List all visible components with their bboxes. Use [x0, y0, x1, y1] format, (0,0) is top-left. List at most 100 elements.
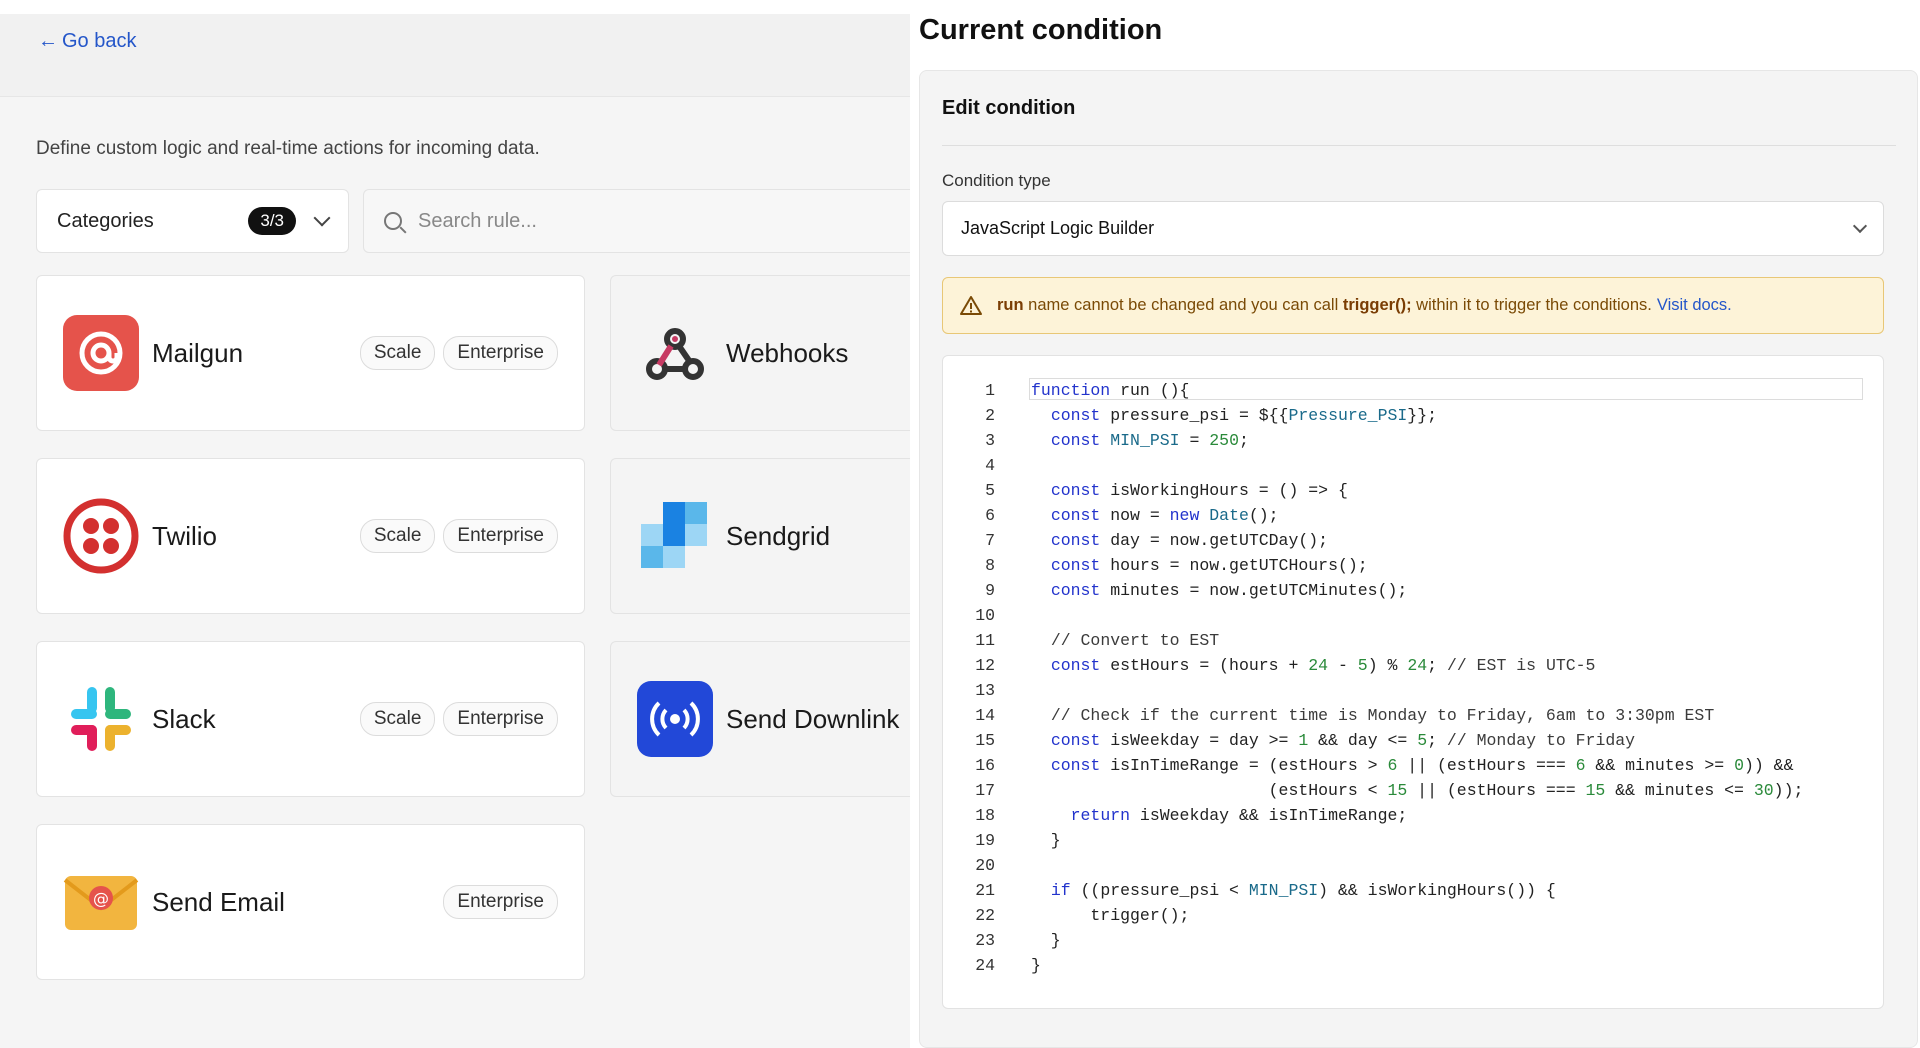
alert-strong-trigger: trigger(); — [1342, 296, 1412, 314]
tag-enterprise: Enterprise — [443, 336, 558, 370]
line-number: 13 — [975, 681, 995, 700]
line-number: 15 — [975, 731, 995, 750]
line-code: } — [1031, 831, 1061, 850]
info-alert: run name cannot be changed and you can c… — [942, 277, 1884, 334]
search-input[interactable] — [418, 209, 838, 233]
go-back-label: Go back — [62, 30, 137, 52]
line-number: 17 — [975, 781, 995, 800]
panel-title: Current condition — [919, 14, 1163, 46]
line-number: 19 — [975, 831, 995, 850]
line-number: 3 — [985, 431, 995, 450]
line-code: const minutes = now.getUTCMinutes(); — [1050, 581, 1408, 600]
webhooks-icon — [637, 315, 713, 391]
line-number: 24 — [975, 956, 995, 975]
twilio-icon — [63, 498, 139, 574]
page-description: Define custom logic and real-time action… — [36, 138, 540, 159]
line-number: 8 — [985, 556, 995, 575]
line-number: 23 — [975, 931, 995, 950]
line-number: 22 — [975, 906, 995, 925]
code-line: 6 const now = new Date(); — [943, 503, 1883, 528]
divider — [942, 145, 1896, 146]
code-line: 5 const isWorkingHours = () => { — [943, 478, 1883, 503]
code-line: 20 — [943, 853, 1883, 878]
line-code: const hours = now.getUTCHours(); — [1050, 556, 1368, 575]
code-line: 2 const pressure_psi = ${{Pressure_PSI}}… — [943, 403, 1883, 428]
condition-type-select[interactable]: JavaScript Logic Builder — [942, 201, 1884, 256]
line-code: const isWorkingHours = () => { — [1050, 481, 1348, 500]
code-line: 18 return isWeekday && isInTimeRange; — [943, 803, 1883, 828]
line-code: } — [1031, 931, 1061, 950]
line-number: 2 — [985, 406, 995, 425]
line-code: const day = now.getUTCDay(); — [1050, 531, 1329, 550]
tag-enterprise: Enterprise — [443, 519, 558, 553]
code-line: 8 const hours = now.getUTCHours(); — [943, 553, 1883, 578]
downlink-icon — [637, 681, 713, 757]
line-code: // Check if the current time is Monday t… — [1050, 706, 1715, 725]
alert-text: name cannot be changed and you can call — [1023, 296, 1343, 314]
line-code: if ((pressure_psi < MIN_PSI) && isWorkin… — [1050, 881, 1556, 900]
chevron-down-icon — [1852, 218, 1868, 234]
rule-card-send-downlink[interactable]: Send Downlink — [610, 641, 910, 797]
line-code: const MIN_PSI = 250; — [1050, 431, 1249, 450]
rule-card-twilio[interactable]: Twilio Scale Enterprise — [36, 458, 585, 614]
slack-icon — [63, 681, 139, 757]
tag-enterprise: Enterprise — [443, 702, 558, 736]
line-number: 11 — [975, 631, 995, 650]
categories-count-badge: 3/3 — [248, 207, 296, 235]
rule-card-webhooks[interactable]: Webhooks — [610, 275, 910, 431]
code-line: 23 } — [943, 928, 1883, 953]
line-number: 6 — [985, 506, 995, 525]
card-name: Webhooks — [726, 337, 849, 368]
code-editor[interactable]: 1 function run (){2 const pressure_psi = … — [942, 355, 1884, 1009]
code-line: 10 — [943, 603, 1883, 628]
warning-icon — [959, 294, 983, 318]
tag-group: Scale Enterprise — [359, 702, 558, 736]
card-name: Mailgun — [152, 337, 244, 368]
line-number: 5 — [985, 481, 995, 500]
condition-type-label: Condition type — [942, 171, 1051, 190]
condition-type-value: JavaScript Logic Builder — [961, 218, 1155, 238]
tag-scale: Scale — [359, 336, 436, 370]
go-back-link[interactable]: ← Go back — [38, 30, 136, 53]
code-line: 13 — [943, 678, 1883, 703]
line-code: return isWeekday && isInTimeRange; — [1070, 806, 1408, 825]
search-box[interactable] — [363, 189, 910, 253]
line-number: 20 — [975, 856, 995, 875]
line-code: } — [1031, 956, 1041, 975]
code-line: 7 const day = now.getUTCDay(); — [943, 528, 1883, 553]
condition-panel: Edit condition Condition type JavaScript… — [919, 70, 1918, 1048]
card-name: Twilio — [152, 520, 218, 551]
code-line: 9 const minutes = now.getUTCMinutes(); — [943, 578, 1883, 603]
rules-list-pane: ← Go back Define custom logic and real-t… — [0, 14, 910, 1048]
categories-dropdown[interactable]: Categories 3/3 — [36, 189, 349, 253]
line-code: const now = new Date(); — [1050, 506, 1279, 525]
top-bar: ← Go back — [0, 14, 910, 97]
arrow-left-icon: ← — [38, 30, 58, 52]
rule-card-sendgrid[interactable]: Sendgrid — [610, 458, 910, 614]
line-code: (estHours < 15 || (estHours === 15 && mi… — [1031, 781, 1804, 800]
card-name: Slack — [152, 703, 216, 734]
rule-card-send-email[interactable]: @ Send Email Enterprise — [36, 824, 585, 980]
line-number: 10 — [975, 606, 995, 625]
line-number: 16 — [975, 756, 995, 775]
line-number: 7 — [985, 531, 995, 550]
line-number: 4 — [985, 456, 995, 475]
line-number: 21 — [975, 881, 995, 900]
line-code: const pressure_psi = ${{Pressure_PSI}}; — [1050, 406, 1438, 425]
line-number: 1 — [985, 381, 995, 400]
line-code: const isWeekday = day >= 1 && day <= 5; … — [1050, 731, 1636, 750]
rule-card-slack[interactable]: Slack Scale Enterprise — [36, 641, 585, 797]
code-line: 15 const isWeekday = day >= 1 && day <= … — [943, 728, 1883, 753]
search-icon — [384, 212, 402, 230]
visit-docs-link[interactable]: Visit docs. — [1657, 296, 1732, 315]
code-line: 21 if ((pressure_psi < MIN_PSI) && isWor… — [943, 878, 1883, 903]
code-line: 24} — [943, 953, 1883, 978]
code-line: 19 } — [943, 828, 1883, 853]
email-icon: @ — [63, 864, 139, 940]
tag-group: Enterprise — [443, 885, 558, 919]
code-line: 12 const estHours = (hours + 24 - 5) % 2… — [943, 653, 1883, 678]
code-line: 22 trigger(); — [943, 903, 1883, 928]
svg-text:@: @ — [93, 889, 109, 908]
rule-card-mailgun[interactable]: Mailgun Scale Enterprise — [36, 275, 585, 431]
code-line: 17 (estHours < 15 || (estHours === 15 &&… — [943, 778, 1883, 803]
